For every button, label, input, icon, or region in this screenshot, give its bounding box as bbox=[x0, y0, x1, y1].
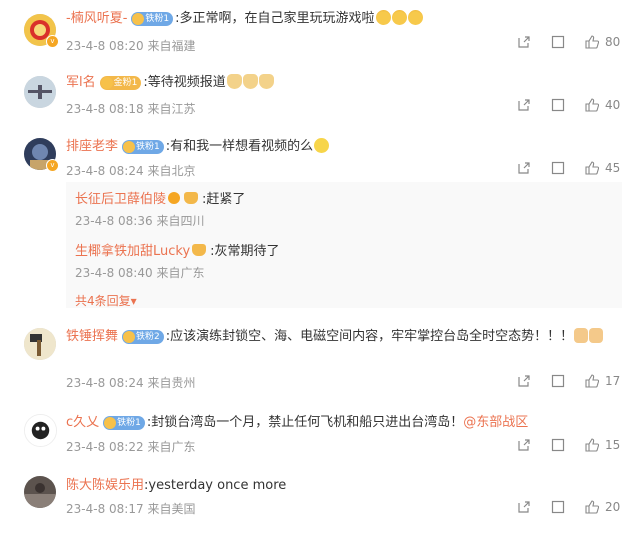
reply-location: 来自广东 bbox=[156, 266, 205, 280]
comment-location: 来自福建 bbox=[147, 39, 196, 53]
comment-time: 23-4-8 08:17 bbox=[66, 502, 144, 516]
comment-time: 23-4-8 08:24 bbox=[66, 164, 144, 178]
mention-link[interactable]: @东部战区 bbox=[463, 415, 528, 430]
comment-text: :封锁台湾岛一个月，禁止任何飞机和船只进出台湾岛！ bbox=[146, 415, 464, 430]
comment-time: 23-4-8 08:18 bbox=[66, 102, 144, 116]
comment-text: :等待视频报道 bbox=[143, 75, 226, 90]
like-count: 15 bbox=[605, 438, 621, 452]
thumbs-up-emoji-icon bbox=[589, 328, 604, 343]
reply-text: :灰常期待了 bbox=[210, 244, 280, 259]
laughing-emoji-icon bbox=[375, 10, 391, 25]
comment-location: 来自贵州 bbox=[147, 376, 196, 390]
laughing-emoji-icon bbox=[391, 10, 407, 25]
thumbs-up-emoji-icon bbox=[574, 328, 589, 343]
comment-icon[interactable] bbox=[551, 98, 565, 112]
reply-text: :赶紧了 bbox=[202, 192, 246, 207]
comment-meta: 23-4-8 08:24 来自贵州 bbox=[66, 374, 195, 391]
more-replies-label: 共4条回复 bbox=[75, 294, 131, 308]
fan-crown-icon bbox=[184, 192, 199, 204]
share-icon[interactable] bbox=[517, 35, 531, 49]
comment-text: :有和我一样想看视频的么 bbox=[165, 139, 314, 154]
dog-emoji-icon bbox=[258, 74, 274, 89]
comment-meta: 23-4-8 08:24 来自北京 bbox=[66, 162, 195, 179]
fan-badge: 铁粉1 bbox=[103, 415, 145, 430]
fan-badge: 金粉1 bbox=[99, 75, 142, 90]
comment-meta: 23-4-8 08:20 来自福建 bbox=[66, 37, 195, 54]
laughing-emoji-icon bbox=[407, 10, 423, 25]
avatar[interactable] bbox=[24, 328, 56, 360]
like-count: 17 bbox=[605, 374, 621, 388]
reply-username[interactable]: 生椰拿铁加甜Lucky bbox=[75, 244, 190, 259]
comment-icon[interactable] bbox=[551, 374, 565, 388]
verified-icon bbox=[168, 192, 181, 204]
thumbs-up-icon[interactable] bbox=[585, 161, 599, 175]
thumbs-up-icon[interactable] bbox=[585, 438, 599, 452]
comment-icon[interactable] bbox=[551, 161, 565, 175]
dog-emoji-icon bbox=[242, 74, 258, 89]
comment-location: 来自广东 bbox=[147, 440, 196, 454]
comment-location: 来自江苏 bbox=[147, 102, 196, 116]
reply-username[interactable]: 长征后卫薛伯陵 bbox=[75, 192, 166, 207]
username[interactable]: 陈大陈娱乐用 bbox=[66, 478, 144, 493]
username[interactable]: -楠风听夏- bbox=[66, 11, 127, 26]
thumbs-up-icon[interactable] bbox=[585, 374, 599, 388]
comment-text: :yesterday once more bbox=[144, 478, 287, 493]
verified-icon: v bbox=[46, 159, 59, 172]
reply-location: 来自四川 bbox=[156, 214, 205, 228]
reply-item: 长征后卫薛伯陵 :赶紧了 bbox=[75, 188, 245, 207]
comment-meta: 23-4-8 08:18 来自江苏 bbox=[66, 100, 195, 117]
comment-time: 23-4-8 08:20 bbox=[66, 39, 144, 53]
avatar[interactable] bbox=[24, 414, 57, 447]
fan-badge: 铁粉2 bbox=[122, 329, 164, 344]
comment-icon[interactable] bbox=[551, 35, 565, 49]
avatar[interactable] bbox=[24, 476, 56, 508]
share-icon[interactable] bbox=[517, 98, 531, 112]
like-count: 80 bbox=[605, 35, 621, 49]
smile-emoji-icon bbox=[314, 138, 330, 153]
comment-location: 来自美国 bbox=[147, 502, 196, 516]
username[interactable]: 军l名 bbox=[66, 75, 96, 90]
comment-text: :应该演练封锁空、海、电磁空间内容，牢牢掌控台岛全时空态势！！！ bbox=[165, 329, 574, 344]
share-icon[interactable] bbox=[517, 161, 531, 175]
dog-emoji-icon bbox=[226, 74, 242, 89]
like-count: 40 bbox=[605, 98, 621, 112]
reply-meta: 23-4-8 08:36 来自四川 bbox=[75, 212, 204, 229]
comment-text: :多正常啊，在自己家里玩玩游戏啦 bbox=[175, 11, 375, 26]
verified-icon: v bbox=[46, 35, 59, 48]
comment-time: 23-4-8 08:22 bbox=[66, 440, 144, 454]
share-icon[interactable] bbox=[517, 500, 531, 514]
username[interactable]: c久乂 bbox=[66, 415, 99, 430]
share-icon[interactable] bbox=[517, 374, 531, 388]
reply-time: 23-4-8 08:40 bbox=[75, 266, 153, 280]
thumbs-up-icon[interactable] bbox=[585, 35, 599, 49]
comment-icon[interactable] bbox=[551, 438, 565, 452]
username[interactable]: 铁锤挥舞 bbox=[66, 329, 118, 344]
avatar[interactable] bbox=[24, 76, 56, 108]
more-replies-link[interactable]: 共4条回复▾ bbox=[75, 292, 137, 309]
reply-time: 23-4-8 08:36 bbox=[75, 214, 153, 228]
username[interactable]: 排座老李 bbox=[66, 139, 118, 154]
thumbs-up-icon[interactable] bbox=[585, 500, 599, 514]
share-icon[interactable] bbox=[517, 438, 531, 452]
comment-meta: 23-4-8 08:22 来自广东 bbox=[66, 438, 195, 455]
fan-badge: 铁粉1 bbox=[131, 11, 174, 26]
reply-meta: 23-4-8 08:40 来自广东 bbox=[75, 264, 204, 281]
comment-location: 来自北京 bbox=[147, 164, 196, 178]
comment-meta: 23-4-8 08:17 来自美国 bbox=[66, 500, 195, 517]
fan-badge: 铁粉1 bbox=[122, 139, 164, 154]
caret-down-icon: ▾ bbox=[130, 294, 137, 308]
fan-crown-icon bbox=[192, 244, 207, 256]
like-count: 45 bbox=[605, 161, 621, 175]
like-count: 20 bbox=[605, 500, 621, 514]
comment-icon[interactable] bbox=[551, 500, 565, 514]
reply-item: 生椰拿铁加甜Lucky :灰常期待了 bbox=[75, 240, 280, 259]
thumbs-up-icon[interactable] bbox=[585, 98, 599, 112]
comment-time: 23-4-8 08:24 bbox=[66, 376, 144, 390]
